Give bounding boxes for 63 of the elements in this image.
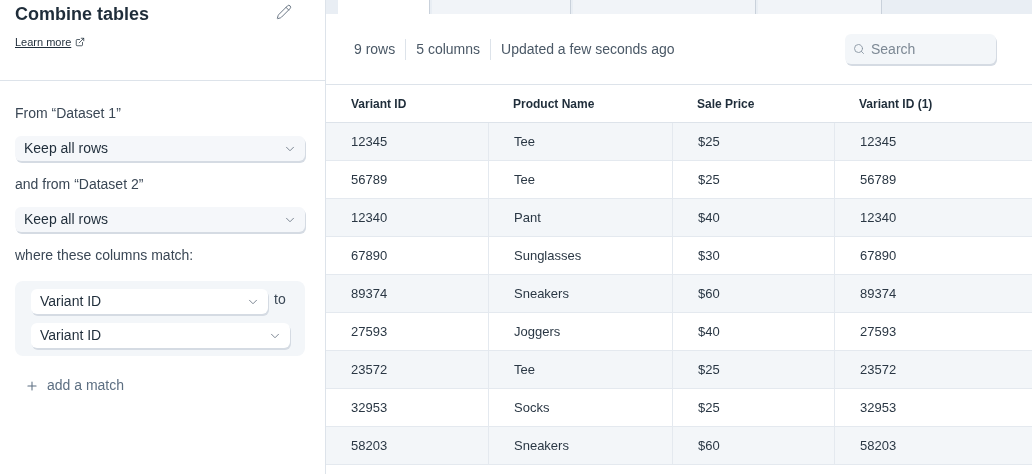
column-header: Sale Price: [696, 95, 756, 113]
plus-icon: [25, 378, 39, 393]
table-cell-text: 67890: [860, 246, 897, 265]
search-icon: [853, 43, 865, 55]
pencil-icon[interactable]: [276, 4, 292, 20]
row-count: 9 rows: [354, 38, 407, 60]
table-cell-text: Tee: [514, 132, 535, 151]
column-header: Variant ID (1): [858, 95, 934, 113]
updated-text: Updated a few seconds ago: [500, 39, 675, 59]
table-cell-text: 32953: [860, 398, 897, 417]
dropdown[interactable]: Keep all rows: [15, 136, 305, 161]
dropdown[interactable]: Variant ID: [31, 323, 290, 348]
column-header: Product Name: [512, 95, 596, 113]
table-cell-text: Sneakers: [514, 284, 569, 303]
table-cell-text: Pant: [514, 208, 541, 227]
tab[interactable]: [758, 0, 882, 14]
table-cell-text: Tee: [514, 360, 535, 379]
table-cell-text: 12340: [860, 208, 897, 227]
column-count: 5 columns: [406, 38, 492, 60]
table-cell-text: Sunglasses: [514, 246, 582, 265]
table-cell-text: $25: [698, 360, 720, 379]
table-cell-text: $40: [698, 208, 720, 227]
field-label: where these columns match:: [15, 246, 195, 265]
table-cell-text: Joggers: [514, 322, 561, 341]
learn-more-link[interactable]: Learn more: [15, 34, 72, 51]
table-cell-text: $40: [698, 322, 720, 341]
tab[interactable]: [338, 0, 430, 14]
table-cell-text: $25: [698, 170, 720, 189]
table-cell-text: Socks: [514, 398, 550, 417]
table-cell-text: $60: [698, 436, 720, 455]
table-cell-text: 56789: [860, 170, 897, 189]
table-cell-text: 58203: [351, 436, 388, 455]
table-cell-text: Sneakers: [514, 436, 569, 455]
column-header: Variant ID: [350, 95, 408, 113]
table-cell-text: 89374: [860, 284, 897, 303]
table-cell-text: 27593: [351, 322, 388, 341]
table-cell-text: 12340: [351, 208, 388, 227]
table-cell-text: 89374: [351, 284, 388, 303]
field-label: and from “Dataset 2”: [15, 175, 145, 194]
joiner-label: to: [274, 290, 286, 309]
table-cell-text: $25: [698, 398, 720, 417]
table-cell-text: 58203: [860, 436, 897, 455]
table-cell-text: 12345: [860, 132, 897, 151]
search-field[interactable]: Search: [845, 34, 996, 64]
tab[interactable]: [573, 0, 756, 14]
external-link-icon: [75, 37, 86, 48]
table-cell-text: 12345: [351, 132, 388, 151]
table-cell-text: 23572: [860, 360, 897, 379]
table-cell-text: $25: [698, 132, 720, 151]
field-label: From “Dataset 1”: [15, 104, 122, 123]
tab[interactable]: [432, 0, 571, 14]
table-cell-text: $30: [698, 246, 720, 265]
table-cell-text: 56789: [351, 170, 388, 189]
table-cell-text: 67890: [351, 246, 388, 265]
table-cell-text: 27593: [860, 322, 897, 341]
table-cell-text: Tee: [514, 170, 535, 189]
table-cell-text: $60: [698, 284, 720, 303]
panel-title: Combine tables: [15, 3, 150, 26]
dropdown[interactable]: Keep all rows: [15, 207, 305, 232]
dropdown[interactable]: Variant ID: [31, 289, 268, 314]
table-cell-text: 32953: [351, 398, 388, 417]
table-cell-text: 23572: [351, 360, 388, 379]
add-match-button[interactable]: add a match: [25, 375, 125, 396]
